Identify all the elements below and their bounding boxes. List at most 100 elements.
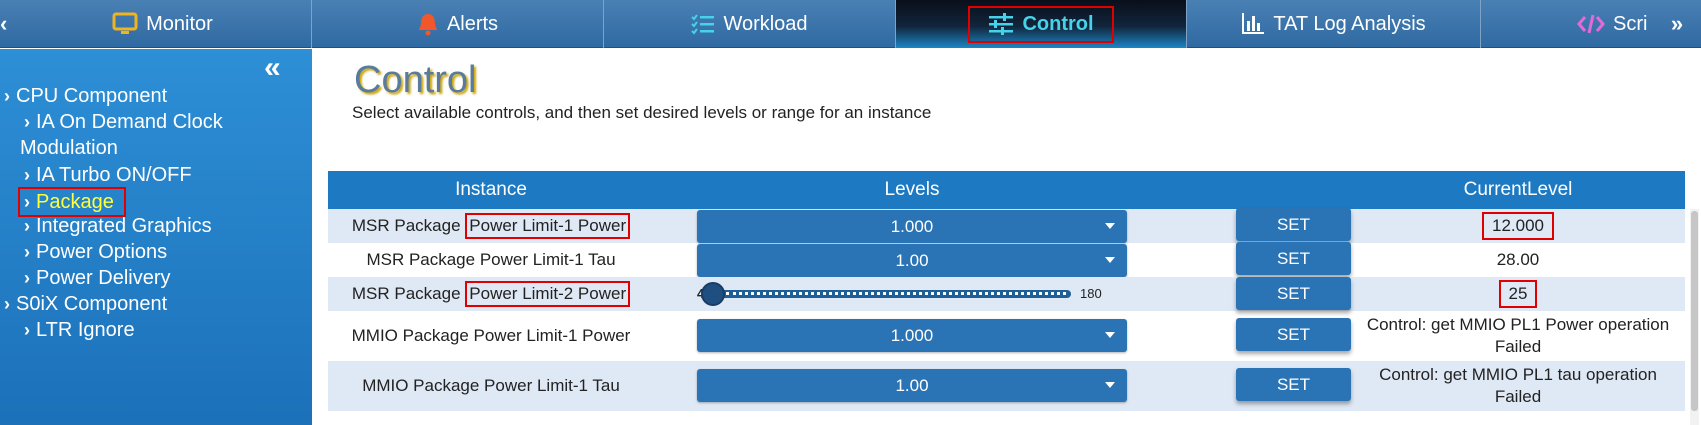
current-level-value: 25 xyxy=(1498,280,1538,308)
tab-script[interactable]: Scri xyxy=(1481,0,1661,48)
chevron-right-icon: › xyxy=(24,165,30,185)
table-row: MSR Package Power Limit-1 Power 1.000 SE… xyxy=(328,208,1685,243)
sidebar-item-label: IA Turbo ON/OFF xyxy=(36,164,192,186)
chevron-right-icon: › xyxy=(24,268,30,288)
monitor-icon xyxy=(112,12,138,36)
set-button[interactable]: SET xyxy=(1236,277,1351,310)
sidebar-item-label: IA On Demand Clock xyxy=(36,111,223,133)
table-scrollbar-thumb[interactable] xyxy=(1691,211,1698,411)
chevron-down-icon xyxy=(1105,332,1115,338)
sidebar-item-label-wrap[interactable]: Modulation xyxy=(20,135,118,161)
sidebar-item-label: Power Options xyxy=(36,241,168,263)
list-check-icon xyxy=(691,13,715,35)
current-level-value: 28.00 xyxy=(1496,250,1540,269)
sidebar-item-label: Power Delivery xyxy=(36,267,171,289)
tab-monitor[interactable]: Monitor xyxy=(14,0,312,48)
sidebar-item-power-options[interactable]: › Power Options xyxy=(24,239,167,265)
set-button[interactable]: SET xyxy=(1236,208,1351,241)
collapse-label: « xyxy=(264,51,281,84)
sidebar-item-s0ix-component[interactable]: › S0iX Component xyxy=(4,291,167,317)
level-dropdown[interactable]: 1.000 xyxy=(697,210,1127,243)
tab-tat-log-analysis[interactable]: TAT Log Analysis xyxy=(1187,0,1481,48)
level-dropdown[interactable]: 1.00 xyxy=(697,369,1127,402)
level-dropdown[interactable]: 1.000 xyxy=(697,319,1127,352)
nav-left-arrow-label: ‹ xyxy=(0,11,8,36)
level-value: 1.00 xyxy=(895,250,929,270)
chevron-right-icon: › xyxy=(24,112,30,132)
tab-workload-label: Workload xyxy=(723,12,808,35)
column-header-levels: Levels xyxy=(884,179,940,200)
sidebar-item-ltr-ignore[interactable]: › LTR Ignore xyxy=(24,317,135,343)
column-header-current-level: CurrentLevel xyxy=(1463,179,1573,200)
chevron-right-icon: › xyxy=(24,242,30,262)
sidebar-item-ia-turbo[interactable]: › IA Turbo ON/OFF xyxy=(24,162,192,188)
tab-script-label: Scri xyxy=(1613,12,1648,35)
level-value: 1.00 xyxy=(895,375,929,395)
tab-tat-log-analysis-label: TAT Log Analysis xyxy=(1273,12,1426,35)
current-level-cell: Control: get MMIO PL1 Power operation Fa… xyxy=(1358,311,1678,361)
slider-max-label: 180 xyxy=(1080,286,1102,301)
set-button[interactable]: SET xyxy=(1236,242,1351,275)
bell-icon xyxy=(417,12,439,36)
instance-cell: MSR Package Power Limit-1 Tau xyxy=(366,250,616,269)
current-level-message: Control: get MMIO PL1 tau operation xyxy=(1379,365,1657,384)
current-level-value: 12.000 xyxy=(1482,212,1554,240)
collapse-sidebar-icon[interactable]: « xyxy=(264,51,281,85)
main-content: Control Select available controls, and t… xyxy=(312,49,1701,425)
instance-cell: MMIO Package Power Limit-1 Tau xyxy=(362,376,620,395)
top-nav: ‹ Monitor Alerts Workload Control TAT Lo… xyxy=(0,0,1701,48)
current-level-status: Failed xyxy=(1494,387,1542,406)
tab-control-label: Control xyxy=(1022,12,1094,35)
tab-monitor-label: Monitor xyxy=(146,12,213,35)
instance-cell: MSR Package Power Limit-2 Power xyxy=(328,277,654,311)
tab-workload[interactable]: Workload xyxy=(604,0,896,48)
sidebar-item-label: Package xyxy=(36,191,114,213)
nav-scroll-right-icon[interactable]: » xyxy=(1662,0,1692,48)
instance-highlight: Power Limit-1 Power xyxy=(465,213,631,239)
instance-prefix: MSR Package xyxy=(351,216,466,235)
sidebar-item-integrated-graphics[interactable]: › Integrated Graphics xyxy=(24,213,212,239)
chevron-right-icon: › xyxy=(24,216,30,236)
sidebar-item-cpu-component[interactable]: › CPU Component xyxy=(4,83,167,109)
current-level-message: Control: get MMIO PL1 Power operation xyxy=(1366,315,1670,334)
page-subtitle: Select available controls, and then set … xyxy=(352,103,932,122)
chevron-down-icon xyxy=(1105,382,1115,388)
level-value: 1.000 xyxy=(890,325,934,345)
tab-control[interactable]: Control xyxy=(896,0,1187,48)
set-button[interactable]: SET xyxy=(1236,368,1351,401)
chevron-down-icon xyxy=(1105,223,1115,229)
set-button[interactable]: SET xyxy=(1236,318,1351,351)
sidebar-item-ia-clock-modulation[interactable]: › IA On Demand Clock xyxy=(24,109,223,135)
tab-control-highlight: Control xyxy=(968,5,1114,43)
table-row: MSR Package Power Limit-2 Power 4 180 SE… xyxy=(328,277,1685,311)
current-level-cell: Control: get MMIO PL1 tau operation Fail… xyxy=(1358,361,1678,411)
current-level-cell: 12.000 xyxy=(1358,209,1678,243)
instance-prefix: MSR Package xyxy=(351,284,466,303)
sidebar-item-label: S0iX Component xyxy=(16,293,168,315)
control-table: Instance Levels CurrentLevel MSR Package… xyxy=(328,171,1701,425)
instance-highlight: Power Limit-2 Power xyxy=(465,281,631,307)
slider-thumb[interactable] xyxy=(701,282,725,306)
table-row: MMIO Package Power Limit-1 Tau 1.00 SET … xyxy=(328,361,1685,411)
nav-scroll-left-icon[interactable]: ‹ xyxy=(0,0,14,48)
level-value: 1.000 xyxy=(890,216,934,236)
nav-right-arrow-label: » xyxy=(1670,11,1684,36)
table-row: MSR Package Power Limit-1 Tau 1.00 SET 2… xyxy=(328,242,1685,277)
sidebar-item-label: LTR Ignore xyxy=(36,319,135,341)
page-title: Control xyxy=(354,59,477,101)
app-window: ‹ Monitor Alerts Workload Control TAT Lo… xyxy=(0,0,1701,425)
current-level-cell: 25 xyxy=(1358,277,1678,311)
instance-cell: MSR Package Power Limit-1 Power xyxy=(328,209,654,243)
chevron-right-icon: › xyxy=(24,320,30,340)
bar-chart-icon xyxy=(1241,13,1265,35)
level-dropdown[interactable]: 1.00 xyxy=(697,244,1127,277)
slider-ticks xyxy=(726,292,1066,295)
table-row: MMIO Package Power Limit-1 Power 1.000 S… xyxy=(328,311,1685,361)
sidebar-item-power-delivery[interactable]: › Power Delivery xyxy=(24,265,170,291)
sidebar-item-label: CPU Component xyxy=(16,85,168,107)
tab-alerts[interactable]: Alerts xyxy=(312,0,604,48)
current-level-status: Failed xyxy=(1494,337,1542,356)
tab-alerts-label: Alerts xyxy=(446,12,499,35)
sliders-icon xyxy=(988,13,1014,35)
sidebar: « › CPU Component › IA On Demand Clock M… xyxy=(0,49,312,425)
